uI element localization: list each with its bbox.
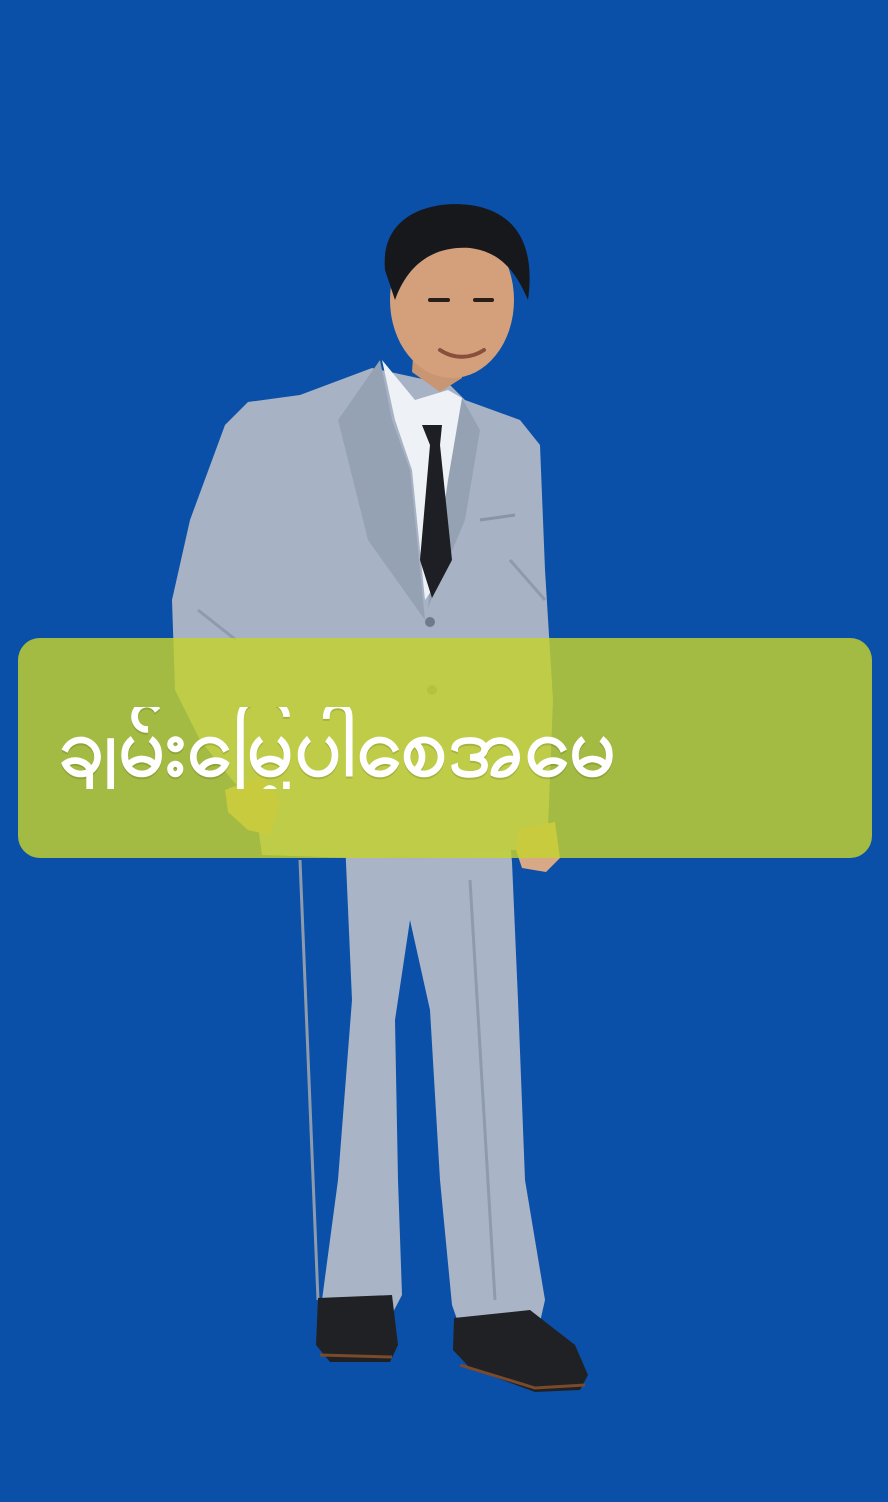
- head: [384, 204, 530, 392]
- caption-text: ချမ်းမြေ့ပါစေအမေ: [58, 707, 617, 789]
- caption-banner: ချမ်းမြေ့ပါစေအမေ: [18, 638, 872, 858]
- trousers: [262, 840, 545, 1322]
- shoes: [316, 1295, 588, 1392]
- image-frame: ချမ်းမြေ့ပါစေအမေ: [0, 0, 888, 1502]
